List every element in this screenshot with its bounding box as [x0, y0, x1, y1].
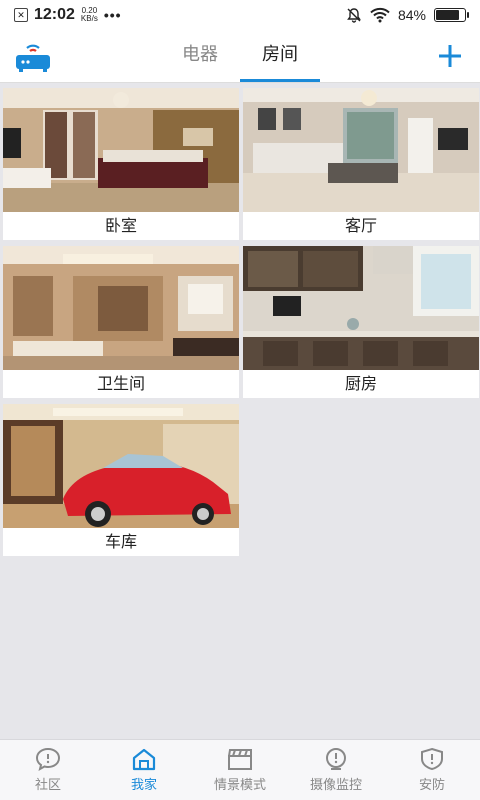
- home-icon: [132, 748, 156, 771]
- battery-percent: 84%: [397, 7, 426, 23]
- room-name: 车库: [104, 532, 137, 551]
- add-room-button[interactable]: [434, 40, 466, 72]
- mute-bell-icon: [347, 8, 361, 23]
- room-card-bathroom[interactable]: 卫生间: [3, 246, 239, 398]
- wifi-icon: [370, 7, 390, 23]
- bathroom-image: [3, 246, 239, 370]
- status-time: 12:02: [34, 6, 75, 23]
- network-speed-unit: KB/s: [80, 14, 98, 23]
- nav-label: 安防: [418, 778, 445, 793]
- clapperboard-icon: [228, 749, 252, 770]
- room-name: 卧室: [104, 216, 137, 235]
- more-notifications-icon: •••: [103, 7, 122, 23]
- room-card-garage[interactable]: 车库: [3, 404, 239, 556]
- nav-label: 社区: [34, 778, 61, 793]
- kitchen-image: [243, 246, 479, 370]
- tab-rooms[interactable]: 房间: [240, 30, 320, 82]
- plus-icon: [439, 45, 461, 67]
- tab-appliances[interactable]: 电器: [160, 30, 240, 82]
- shield-icon: [421, 747, 443, 771]
- nav-scene-mode[interactable]: 情景模式: [192, 740, 288, 800]
- room-card-living-room[interactable]: 客厅: [243, 88, 479, 240]
- room-grid: 卧室 客厅 卫生间 厨房 车库: [0, 88, 480, 556]
- living-room-image: [243, 88, 479, 212]
- room-card-kitchen[interactable]: 厨房: [243, 246, 479, 398]
- chat-bubble-icon: [35, 747, 61, 771]
- nav-label: 情景模式: [213, 778, 266, 793]
- nav-community[interactable]: 社区: [0, 740, 96, 800]
- top-header: 电器 房间: [0, 30, 480, 83]
- bottom-nav: 社区 我家 情景模式 摄像监控 安防: [0, 739, 480, 800]
- nav-label: 我家: [130, 778, 157, 793]
- room-name: 客厅: [344, 216, 377, 235]
- garage-image: [3, 404, 239, 528]
- battery-level-fill: [436, 10, 460, 20]
- nav-security[interactable]: 安防: [384, 740, 480, 800]
- room-card-bedroom[interactable]: 卧室: [3, 88, 239, 240]
- nav-label: 摄像监控: [309, 778, 362, 793]
- nav-my-home[interactable]: 我家: [96, 740, 192, 800]
- nav-camera-monitor[interactable]: 摄像监控: [288, 740, 384, 800]
- camera-icon: [326, 748, 346, 770]
- bedroom-image: [3, 88, 239, 212]
- status-bar: ✕ 12:02 0.20 KB/s ••• 84%: [0, 0, 480, 30]
- notification-close-icon: ✕: [14, 8, 28, 22]
- tab-bar: 电器 房间: [0, 30, 480, 82]
- room-name: 卫生间: [96, 374, 145, 393]
- room-name: 厨房: [344, 374, 377, 393]
- network-speed: 0.20 KB/s: [81, 7, 98, 23]
- battery-icon: [434, 8, 469, 22]
